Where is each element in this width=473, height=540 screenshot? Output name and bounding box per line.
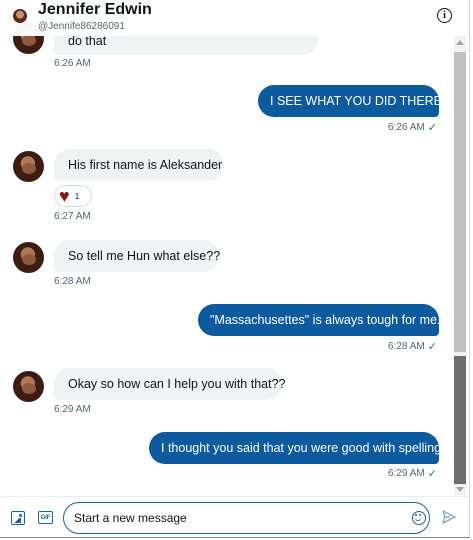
avatar[interactable] — [13, 151, 44, 182]
media-icon[interactable] — [11, 511, 25, 525]
message-bubble-incoming[interactable]: Okay so how can I help you with that?? — [54, 368, 286, 400]
avatar[interactable] — [13, 371, 44, 402]
message-text: I thought you said that you were good wi… — [161, 441, 445, 455]
message-text: Okay so how can I help you with that?? — [68, 377, 286, 391]
avatar[interactable] — [13, 242, 44, 273]
send-icon[interactable] — [441, 509, 457, 525]
message-time: 6:26 AM — [54, 58, 91, 69]
reaction-badge[interactable]: ♥ 1 — [54, 185, 92, 207]
message-text: do that — [68, 34, 107, 48]
message-bubble-incoming[interactable]: So tell me Hun what else?? — [54, 240, 221, 272]
message-time: 6:29 AM — [54, 404, 91, 415]
seen-check-icon: ✓ — [427, 122, 437, 134]
message-input[interactable] — [74, 509, 394, 527]
message-text: His first name is Aleksander — [68, 158, 223, 172]
message-text: So tell me Hun what else?? — [68, 249, 221, 263]
contact-name[interactable]: Jennifer Edwin — [38, 1, 152, 19]
message-time: 6:26 AM ✓ — [388, 122, 437, 134]
contact-handle[interactable]: @Jennife86286091 — [38, 21, 125, 32]
message-time: 6:28 AM ✓ — [388, 341, 437, 353]
message-input-container[interactable] — [63, 502, 430, 534]
message-time: 6:28 AM — [54, 276, 91, 287]
info-icon[interactable]: i — [437, 8, 452, 23]
scrollbar-thumb[interactable] — [454, 356, 466, 484]
message-bubble-outgoing[interactable]: I thought you said that you were good wi… — [149, 432, 445, 464]
message-list[interactable]: do that 6:26 AM I SEE WHAT YOU DID THERE… — [0, 0, 469, 495]
message-time: 6:29 AM ✓ — [388, 468, 437, 480]
scrollbar-track[interactable] — [454, 52, 466, 352]
reaction-count: 1 — [74, 191, 80, 201]
message-composer: GIF — [0, 496, 469, 537]
scrollbar[interactable] — [454, 36, 466, 495]
scroll-down-arrow[interactable] — [456, 487, 464, 492]
conversation-header: Jennifer Edwin @Jennife86286091 i — [0, 0, 469, 36]
scroll-up-arrow[interactable] — [456, 40, 464, 45]
dm-conversation-window: do that 6:26 AM I SEE WHAT YOU DID THERE… — [0, 0, 470, 538]
heart-icon: ♥ — [59, 186, 70, 206]
emoji-icon[interactable] — [412, 511, 426, 525]
message-bubble-outgoing[interactable]: I SEE WHAT YOU DID THERE. — [258, 85, 446, 117]
seen-check-icon: ✓ — [427, 468, 437, 480]
seen-check-icon: ✓ — [427, 341, 437, 353]
message-bubble-incoming[interactable]: His first name is Aleksander — [54, 149, 224, 181]
message-text: I SEE WHAT YOU DID THERE. — [270, 94, 446, 108]
message-text: "Massachusettes" is always tough for me. — [210, 313, 441, 327]
gif-icon[interactable]: GIF — [38, 511, 53, 524]
header-avatar[interactable] — [13, 9, 27, 23]
message-time: 6:27 AM — [54, 211, 91, 222]
message-bubble-outgoing[interactable]: "Massachusettes" is always tough for me. — [198, 304, 441, 336]
